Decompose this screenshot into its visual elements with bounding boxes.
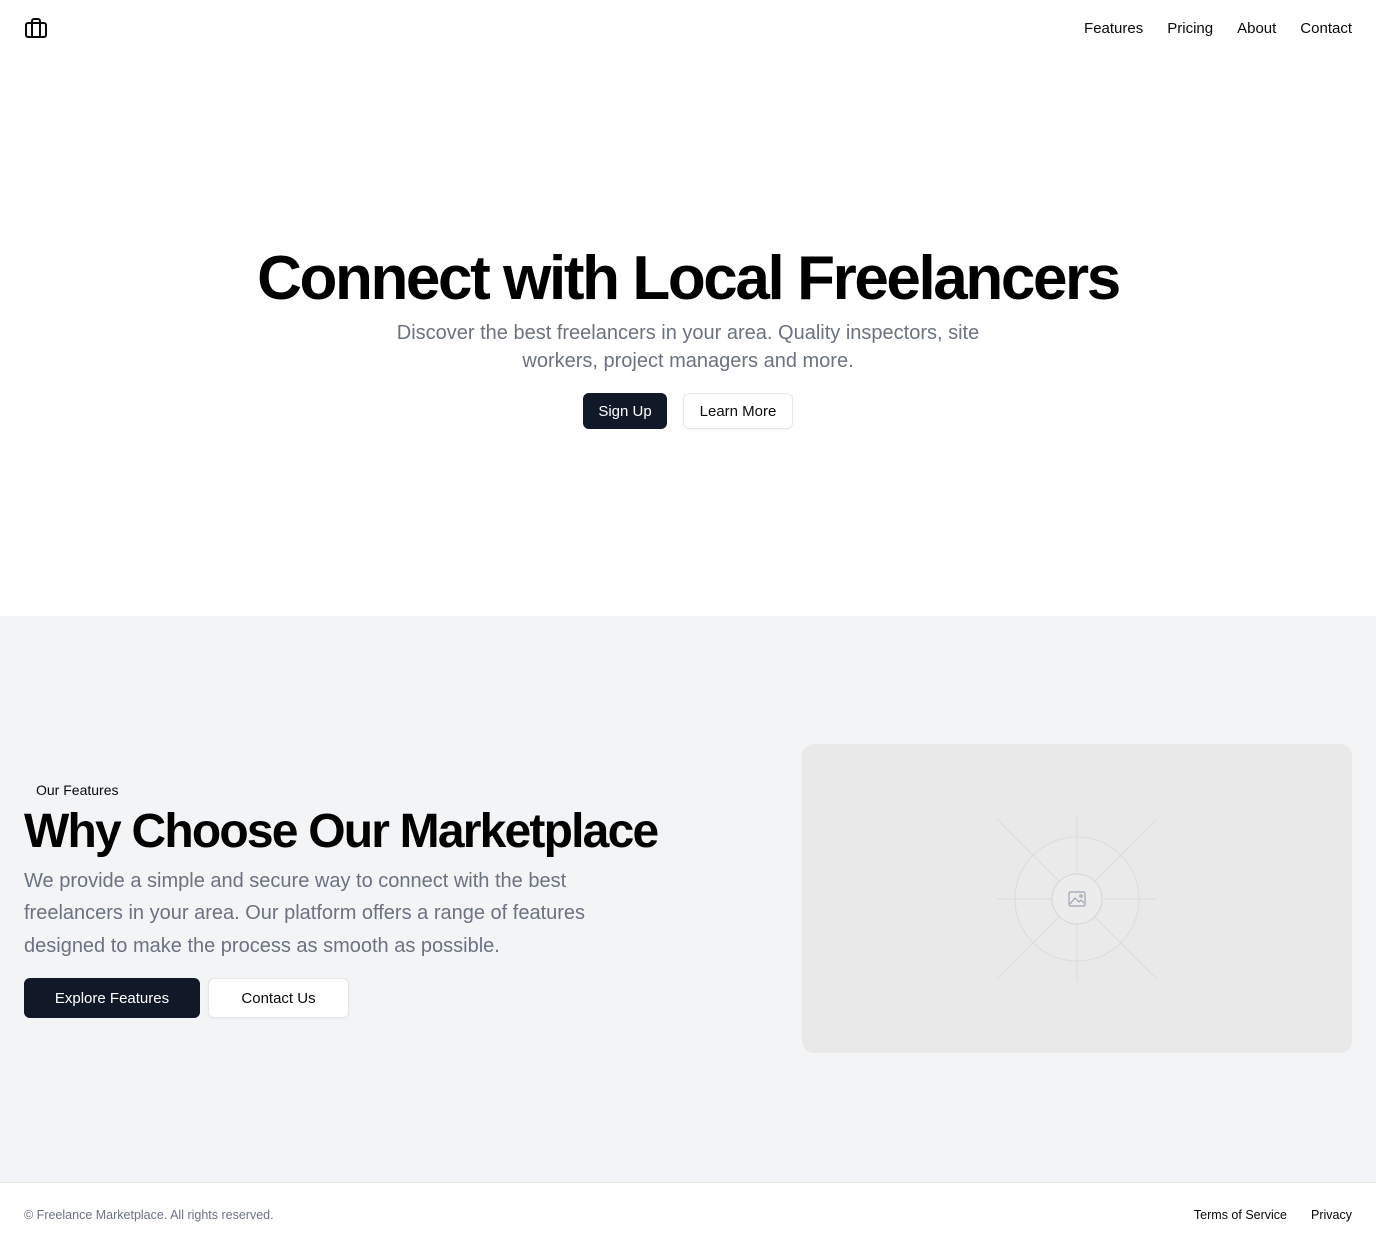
features-title: Why Choose Our Marketplace	[24, 805, 659, 858]
nav-link-contact[interactable]: Contact	[1300, 20, 1352, 37]
image-placeholder-icon	[996, 816, 1158, 982]
privacy-link[interactable]: Privacy	[1311, 1208, 1352, 1222]
features-badge: Our Features	[36, 782, 119, 798]
hero-actions: Sign Up Learn More	[583, 393, 793, 430]
footer-links: Terms of Service Privacy	[1194, 1208, 1352, 1222]
nav-link-features[interactable]: Features	[1084, 20, 1143, 37]
hero-title: Connect with Local Freelancers	[257, 244, 1121, 313]
features-section: Our Features Why Choose Our Marketplace …	[0, 616, 1376, 1182]
briefcase-icon[interactable]	[24, 16, 48, 40]
contact-us-button[interactable]: Contact Us	[208, 978, 349, 1019]
sign-up-button[interactable]: Sign Up	[583, 393, 667, 430]
nav-link-about[interactable]: About	[1237, 20, 1276, 37]
hero-subtitle: Discover the best freelancers in your ar…	[396, 322, 980, 373]
copyright-text: © Freelance Marketplace. All rights rese…	[24, 1207, 274, 1222]
main-nav: Features Pricing About Contact	[1084, 20, 1352, 37]
features-content: Our Features Why Choose Our Marketplace …	[24, 780, 724, 1019]
terms-of-service-link[interactable]: Terms of Service	[1194, 1208, 1287, 1222]
explore-features-button[interactable]: Explore Features	[24, 978, 200, 1019]
features-description: We provide a simple and secure way to co…	[24, 869, 586, 957]
image-placeholder	[802, 744, 1352, 1053]
learn-more-button[interactable]: Learn More	[683, 393, 793, 430]
hero-section: Connect with Local Freelancers Discover …	[0, 56, 1376, 616]
site-header: Features Pricing About Contact	[0, 0, 1376, 56]
site-footer: © Freelance Marketplace. All rights rese…	[0, 1182, 1376, 1246]
features-actions: Explore Features Contact Us	[24, 978, 724, 1019]
nav-link-pricing[interactable]: Pricing	[1167, 20, 1213, 37]
